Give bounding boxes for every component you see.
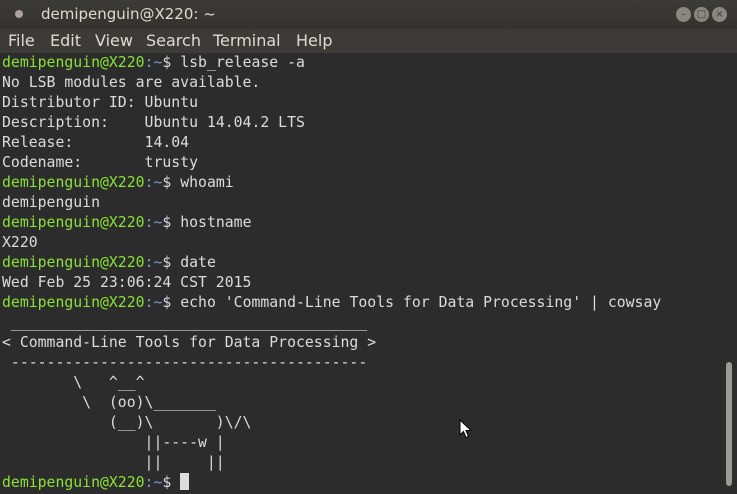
output-line: X220 <box>2 234 38 251</box>
window-title: demipenguin@X220: ~ <box>41 5 216 23</box>
mouse-pointer-icon <box>459 419 473 439</box>
output-line: Wed Feb 25 23:06:24 CST 2015 <box>2 274 252 291</box>
cowsay-line: ---------------------------------------- <box>2 354 368 371</box>
cowsay-line: ||----w | <box>2 434 225 451</box>
cowsay-line: || || <box>2 454 225 471</box>
maximize-icon[interactable]: □ <box>694 7 709 22</box>
output-line: No LSB modules are available. <box>2 74 261 91</box>
output-line: Release: 14.04 <box>2 134 190 151</box>
scrollbar-thumb[interactable] <box>726 362 732 486</box>
title-bar: demipenguin@X220: ~ – □ × <box>0 0 737 29</box>
cowsay-line: ________________________________________ <box>2 314 368 331</box>
cowsay-line: (__)\ )\/\ <box>2 414 252 431</box>
output-line: Codename: trusty <box>2 154 198 171</box>
menu-file[interactable]: File <box>8 31 35 50</box>
scrollbar[interactable] <box>722 53 737 494</box>
cowsay-line: \ ^__^ <box>2 374 145 391</box>
close-icon[interactable]: × <box>712 7 727 22</box>
output-line: Distributor ID: Ubuntu <box>2 94 198 111</box>
cowsay-line: < Command-Line Tools for Data Processing… <box>2 334 377 351</box>
menu-help[interactable]: Help <box>296 31 332 50</box>
prompt-line: demipenguin@X220:~$ lsb_release -a <box>2 54 305 71</box>
minimize-icon[interactable]: – <box>676 7 691 22</box>
prompt-line: demipenguin@X220:~$ date <box>2 254 216 271</box>
window-menu-icon[interactable] <box>15 10 23 18</box>
menu-edit[interactable]: Edit <box>50 31 81 50</box>
output-line: demipenguin <box>2 194 100 211</box>
menu-bar: File Edit View Search Terminal Help <box>0 29 737 53</box>
prompt-line: demipenguin@X220:~$ whoami <box>2 174 234 191</box>
terminal-output[interactable]: demipenguin@X220:~$ lsb_release -a No LS… <box>0 53 722 494</box>
cowsay-line: \ (oo)\_______ <box>2 394 216 411</box>
menu-view[interactable]: View <box>95 31 133 50</box>
text-cursor <box>180 473 190 490</box>
prompt-line: demipenguin@X220:~$ hostname <box>2 214 252 231</box>
menu-search[interactable]: Search <box>146 31 201 50</box>
menu-terminal[interactable]: Terminal <box>213 31 281 50</box>
output-line: Description: Ubuntu 14.04.2 LTS <box>2 114 305 131</box>
prompt-line: demipenguin@X220:~$ <box>2 473 190 493</box>
prompt-line: demipenguin@X220:~$ echo 'Command-Line T… <box>2 294 662 311</box>
